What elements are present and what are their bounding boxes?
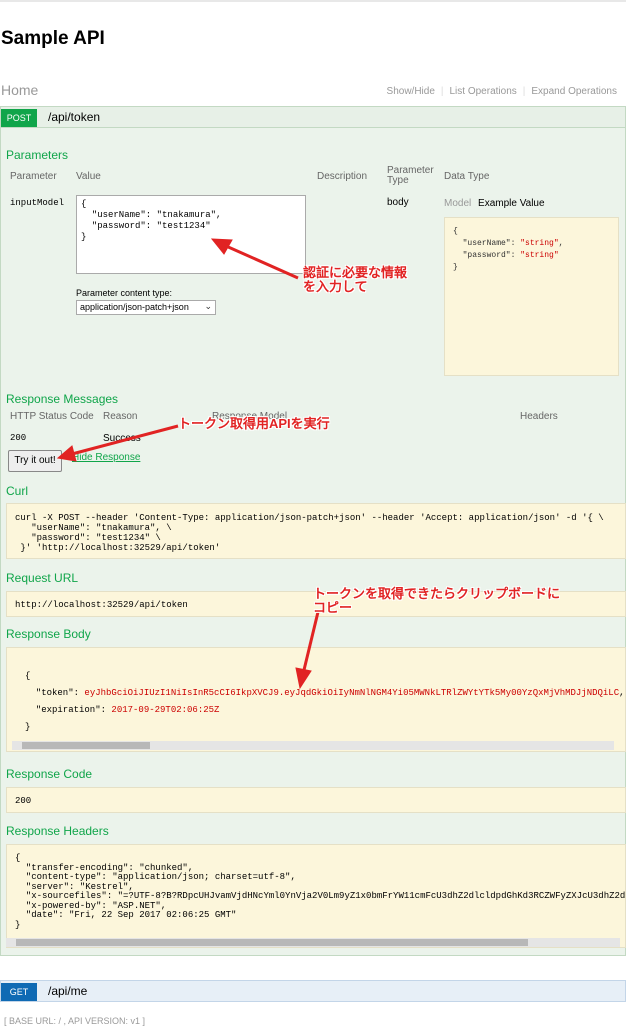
expand-operations-link[interactable]: Expand Operations [525,86,623,97]
response-headers-scrollbar[interactable] [6,938,620,947]
top-bar [0,0,626,2]
expiration-value: 2017-09-29T02:06:25Z [111,705,220,715]
post-token-endpoint-header[interactable]: POST /api/token [0,106,626,128]
annotation-execute-hint: トークン取得用APIを実行 [178,416,330,431]
get-method-badge: GET [1,983,37,1001]
show-hide-link[interactable]: Show/Hide [381,86,441,97]
col-parameter: Parameter [10,171,57,182]
param-type-value: body [387,197,409,208]
content-type-value: application/json-patch+json [80,302,189,312]
response-reason: Success [103,433,141,444]
post-method-badge: POST [1,109,37,127]
param-name: inputModel [10,198,65,208]
col-headers: Headers [520,411,558,422]
response-headers-title: Response Headers [6,824,109,838]
model-tabs: Model Example Value [444,198,545,209]
tab-model[interactable]: Model [444,198,471,209]
response-messages-title: Response Messages [6,392,119,406]
response-body-scrollbar[interactable] [12,741,614,750]
curl-box[interactable]: curl -X POST --header 'Content-Type: app… [6,503,626,559]
try-it-out-button[interactable]: Try it out! [8,450,62,472]
response-code-title: Response Code [6,767,93,781]
response-code-box: 200 [6,787,626,813]
col-http-status-code: HTTP Status Code [10,411,94,422]
home-links: Show/Hide | List Operations | Expand Operati… [381,86,623,97]
scroll-thumb[interactable] [16,939,528,946]
annotation-copy-hint: トークンを取得できたらクリップボードに コピー [313,586,561,615]
content-type-select[interactable]: application/json-patch+json ⌄ [76,300,216,315]
col-description: Description [317,171,368,182]
response-code-200: 200 [10,433,27,443]
parameters-title: Parameters [6,148,69,162]
col-data-type: Data Type [444,171,490,182]
endpoint-path[interactable]: /api/me [48,984,87,998]
section-home-title[interactable]: Home [1,82,38,98]
content-type-label: Parameter content type: [76,288,173,298]
col-reason: Reason [103,411,138,422]
base-url-footer: [ BASE URL: / , API VERSION: v1 ] [4,1016,146,1026]
annotation-input-hint: 認証に必要な情報 を入力して [303,265,408,294]
hide-response-link[interactable]: Hide Response [72,452,140,463]
token-value[interactable]: eyJhbGciOiJIUzI1NiIsInR5cCI6IkpXVCJ9.eyJ… [84,688,619,698]
col-value: Value [76,171,101,182]
response-body-title: Response Body [6,627,91,641]
response-body-box[interactable]: { "token": eyJhbGciOiJIUzI1NiIsInR5cCI6I… [6,647,626,752]
chevron-down-icon: ⌄ [204,301,212,311]
list-operations-link[interactable]: List Operations [444,86,523,97]
page-title: Sample API [1,28,105,49]
col-parameter-type: Parameter Type [387,165,434,186]
example-value-box[interactable]: { "userName": "string", "password": "str… [444,217,619,376]
curl-title: Curl [6,484,29,498]
endpoint-path[interactable]: /api/token [48,110,100,124]
response-headers-box[interactable]: { "transfer-encoding": "chunked", "conte… [6,844,626,948]
get-me-endpoint-header[interactable]: GET /api/me [0,980,626,1002]
input-model-textarea[interactable]: { "userName": "tnakamura", "password": "… [76,195,306,274]
scroll-thumb[interactable] [22,742,150,749]
request-url-title: Request URL [6,571,79,585]
tab-example-value[interactable]: Example Value [478,198,545,209]
